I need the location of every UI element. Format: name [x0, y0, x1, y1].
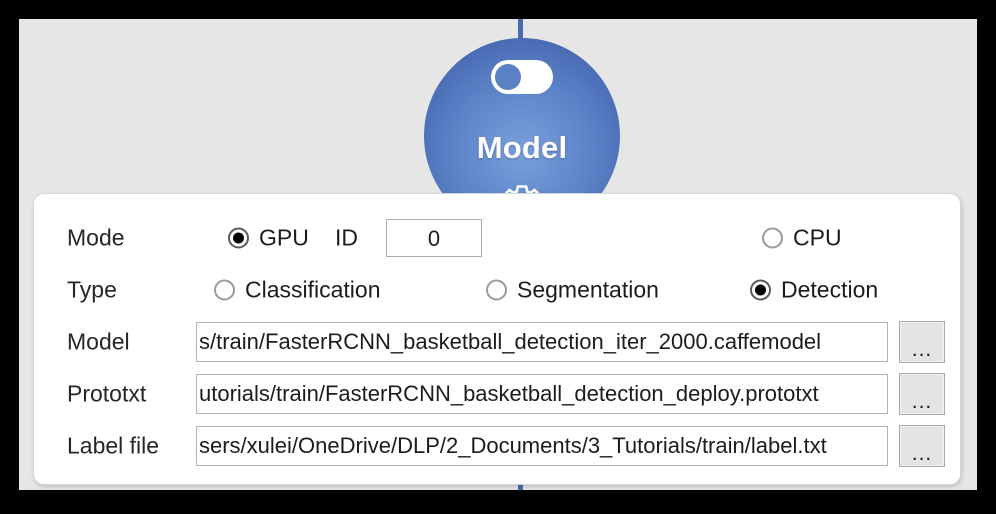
prototxt-file-input[interactable]: utorials/train/FasterRCNN_basketball_det… — [196, 374, 888, 414]
prototxt-file-label: Prototxt — [67, 380, 147, 407]
prototxt-file-row: Prototxt utorials/train/FasterRCNN_baske… — [34, 368, 960, 420]
model-file-input[interactable]: s/train/FasterRCNN_basketball_detection_… — [196, 322, 888, 362]
radio-classification[interactable]: Classification — [214, 277, 381, 304]
radio-segmentation[interactable]: Segmentation — [486, 277, 659, 304]
model-file-row: Model s/train/FasterRCNN_basketball_dete… — [34, 316, 960, 368]
prototxt-file-value: utorials/train/FasterRCNN_basketball_det… — [199, 381, 819, 406]
radio-cpu-label: CPU — [793, 224, 842, 251]
radio-segmentation-indicator-icon — [486, 279, 507, 301]
label-file-row: Label file sers/xulei/OneDrive/DLP/2_Doc… — [34, 420, 960, 472]
radio-cpu-indicator-icon — [762, 227, 783, 249]
mode-row: Mode GPU ID 0 CPU — [34, 212, 960, 264]
model-file-value: s/train/FasterRCNN_basketball_detection_… — [199, 329, 822, 354]
model-node-panel: Model Mode GPU ID 0 CPU Type Classificat… — [19, 19, 977, 490]
radio-detection-label: Detection — [781, 276, 879, 303]
gpu-id-input[interactable]: 0 — [386, 219, 482, 257]
radio-classification-label: Classification — [245, 276, 381, 303]
radio-cpu[interactable]: CPU — [762, 225, 842, 252]
radio-detection-indicator-icon — [750, 279, 771, 301]
model-settings-card: Mode GPU ID 0 CPU Type Classification Se… — [33, 193, 961, 485]
label-file-browse-button[interactable]: ... — [899, 425, 945, 467]
model-enable-toggle[interactable] — [491, 60, 553, 94]
label-file-label: Label file — [67, 432, 160, 459]
radio-segmentation-label: Segmentation — [517, 276, 659, 303]
radio-detection[interactable]: Detection — [750, 277, 878, 304]
radio-gpu[interactable]: GPU — [228, 225, 309, 252]
gpu-id-label: ID — [335, 224, 358, 251]
radio-gpu-indicator-icon — [228, 227, 249, 249]
type-row: Type Classification Segmentation Detecti… — [34, 264, 960, 316]
type-label: Type — [67, 276, 117, 303]
mode-label: Mode — [67, 224, 125, 251]
label-file-value: sers/xulei/OneDrive/DLP/2_Documents/3_Tu… — [199, 433, 827, 458]
node-title: Model — [476, 130, 568, 165]
radio-classification-indicator-icon — [214, 279, 235, 301]
model-file-browse-button[interactable]: ... — [899, 321, 945, 363]
prototxt-file-browse-button[interactable]: ... — [899, 373, 945, 415]
radio-gpu-label: GPU — [259, 224, 309, 251]
toggle-knob-icon — [495, 64, 521, 90]
model-file-label: Model — [67, 328, 130, 355]
label-file-input[interactable]: sers/xulei/OneDrive/DLP/2_Documents/3_Tu… — [196, 426, 888, 466]
